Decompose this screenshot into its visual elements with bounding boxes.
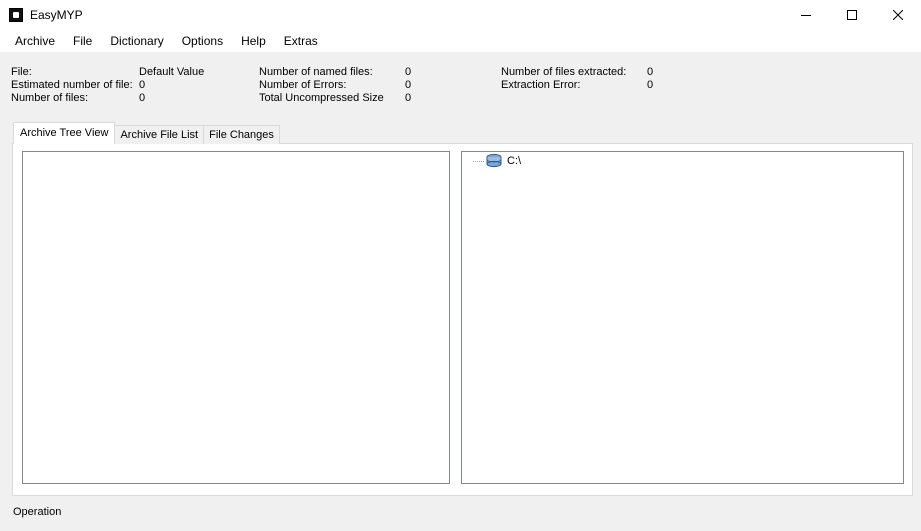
extracted-label: Number of files extracted: xyxy=(501,66,627,78)
estimated-value: 0 xyxy=(139,79,146,91)
uncompressed-size-value: 0 xyxy=(405,92,412,104)
status-text: Operation xyxy=(13,506,62,518)
errors-value: 0 xyxy=(405,79,412,91)
file-value: Default Value xyxy=(139,66,205,78)
tree-node-root[interactable]: C:\ xyxy=(473,153,521,169)
menu-help[interactable]: Help xyxy=(232,30,275,53)
maximize-button[interactable] xyxy=(829,0,875,30)
errors-label: Number of Errors: xyxy=(259,79,347,91)
title-bar: EasyMYP xyxy=(0,0,921,30)
named-files-value: 0 xyxy=(405,66,412,78)
extraction-error-label: Extraction Error: xyxy=(501,79,581,91)
app-icon xyxy=(9,8,23,22)
extraction-error-value: 0 xyxy=(647,79,654,91)
named-files-label: Number of named files: xyxy=(259,66,373,78)
tab-archive-file-list[interactable]: Archive File List xyxy=(114,125,205,144)
menu-bar: Archive File Dictionary Options Help Ext… xyxy=(0,30,921,53)
menu-extras[interactable]: Extras xyxy=(275,30,327,53)
archive-tree-pane[interactable] xyxy=(22,151,450,484)
tree-connector xyxy=(473,160,484,162)
numfiles-value: 0 xyxy=(139,92,146,104)
window-controls xyxy=(783,0,921,30)
numfiles-label: Number of files: xyxy=(11,92,89,104)
close-icon xyxy=(893,10,903,20)
tab-strip: Archive Tree View Archive File List File… xyxy=(13,122,280,144)
minimize-icon xyxy=(801,15,811,16)
extracted-value: 0 xyxy=(647,66,654,78)
tab-archive-tree-view[interactable]: Archive Tree View xyxy=(13,122,116,144)
filesystem-tree-pane[interactable] xyxy=(461,151,904,484)
drive-icon xyxy=(486,153,502,168)
minimize-button[interactable] xyxy=(783,0,829,30)
menu-dictionary[interactable]: Dictionary xyxy=(101,30,172,53)
estimated-label: Estimated number of file: xyxy=(11,79,133,91)
window-title: EasyMYP xyxy=(30,8,83,22)
tab-file-changes[interactable]: File Changes xyxy=(203,125,280,144)
tree-node-label: C:\ xyxy=(507,155,522,167)
menu-archive[interactable]: Archive xyxy=(6,30,64,53)
close-button[interactable] xyxy=(875,0,921,30)
menu-options[interactable]: Options xyxy=(173,30,232,53)
menu-file[interactable]: File xyxy=(64,30,101,53)
uncompressed-size-label: Total Uncompressed Size xyxy=(259,92,384,104)
file-label: File: xyxy=(11,66,32,78)
maximize-icon xyxy=(847,10,857,20)
